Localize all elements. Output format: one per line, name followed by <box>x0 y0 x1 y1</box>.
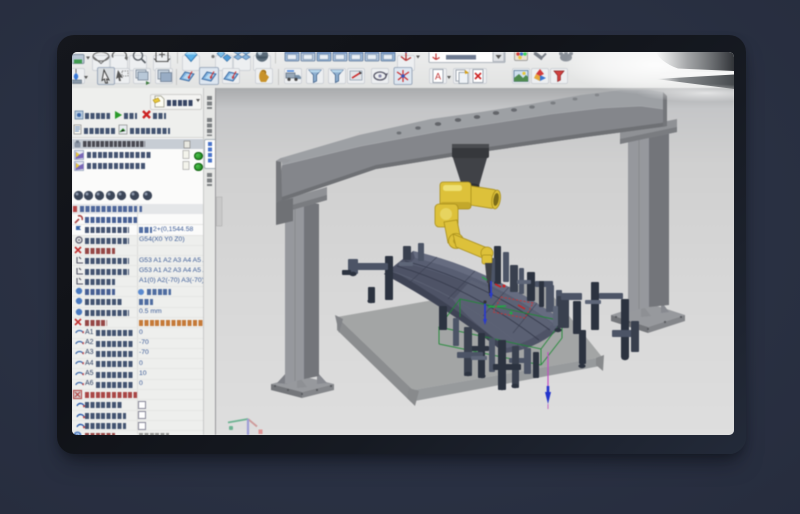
svg-text:A: A <box>435 72 441 82</box>
svg-text:?: ? <box>76 433 80 435</box>
